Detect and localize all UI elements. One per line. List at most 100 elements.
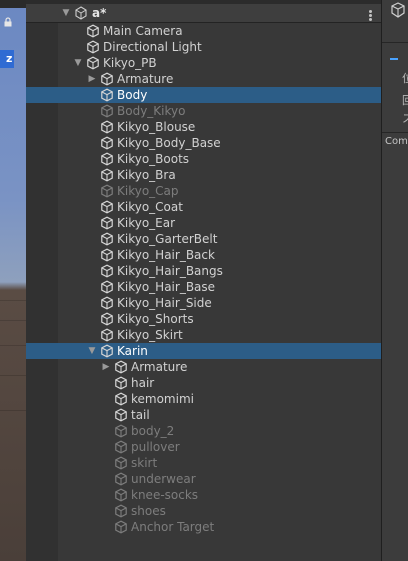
hierarchy-item[interactable]: Kikyo_Bra (26, 167, 381, 183)
divider (382, 132, 408, 133)
gameobject-cube-icon (100, 344, 114, 358)
floor-line (0, 300, 26, 301)
floor-line (0, 320, 26, 321)
hierarchy-item[interactable]: Kikyo_Boots (26, 151, 381, 167)
hierarchy-item-label: Kikyo_Skirt (117, 328, 183, 342)
hierarchy-panel[interactable]: ▼ a* Main Camera Directional Light ▼ Kikyo_… (26, 0, 381, 561)
hierarchy-item-label: pullover (131, 440, 180, 454)
hierarchy-item[interactable]: Body_Kikyo (26, 103, 381, 119)
gameobject-cube-icon (114, 360, 128, 374)
hierarchy-item[interactable]: pullover (26, 439, 381, 455)
chevron-down-icon[interactable]: ▼ (86, 343, 98, 359)
hierarchy-item-label: Armature (131, 360, 188, 374)
gameobject-cube-icon (100, 120, 114, 134)
hierarchy-item[interactable]: Kikyo_Shorts (26, 311, 381, 327)
accent-mark (390, 58, 398, 60)
chevron-down-icon[interactable]: ▼ (60, 4, 72, 22)
gameobject-cube-icon (100, 216, 114, 230)
gameobject-cube-icon (114, 456, 128, 470)
menu-dots-icon[interactable] (369, 10, 373, 22)
chevron-right-icon[interactable]: ▶ (86, 71, 98, 87)
hierarchy-item-label: tail (131, 408, 150, 422)
inspector-label-glyph: 位 (402, 72, 408, 85)
hierarchy-item-label: Kikyo_Bra (117, 168, 176, 182)
hierarchy-item[interactable]: knee-socks (26, 487, 381, 503)
gameobject-cube-icon (100, 184, 114, 198)
hierarchy-item[interactable]: Main Camera (26, 23, 381, 39)
component-label: Com (385, 136, 408, 147)
hierarchy-item[interactable]: Kikyo_Coat (26, 199, 381, 215)
hierarchy-item[interactable]: Directional Light (26, 39, 381, 55)
hierarchy-item[interactable]: Kikyo_Ear (26, 215, 381, 231)
hierarchy-item-label: Kikyo_Body_Base (117, 136, 221, 150)
hierarchy-item[interactable]: Kikyo_Body_Base (26, 135, 381, 151)
hierarchy-item[interactable]: Kikyo_Hair_Back (26, 247, 381, 263)
hierarchy-item[interactable]: ▼ Karin (26, 343, 381, 359)
hierarchy-item-label: shoes (131, 504, 166, 518)
hierarchy-item[interactable]: Kikyo_Cap (26, 183, 381, 199)
gameobject-cube-icon (114, 472, 128, 486)
hierarchy-item-label: Kikyo_Ear (117, 216, 176, 230)
floor-line (0, 345, 26, 346)
gameobject-cube-icon (114, 392, 128, 406)
hierarchy-item[interactable]: ▼ Kikyo_PB (26, 55, 381, 71)
gameobject-cube-icon (100, 248, 114, 262)
gameobject-cube-icon (100, 168, 114, 182)
hierarchy-item-label: Body_Kikyo (117, 104, 186, 118)
hierarchy-item[interactable]: Kikyo_Skirt (26, 327, 381, 343)
hierarchy-item[interactable]: Kikyo_Hair_Bangs (26, 263, 381, 279)
hierarchy-item[interactable]: shoes (26, 503, 381, 519)
hierarchy-item[interactable]: Kikyo_Blouse (26, 119, 381, 135)
gameobject-cube-icon (86, 40, 100, 54)
scene-header-row[interactable]: ▼ a* (26, 4, 381, 23)
hierarchy-item[interactable]: Kikyo_Hair_Side (26, 295, 381, 311)
scene-view-strip[interactable]: z (0, 0, 26, 561)
hierarchy-item-label: Armature (117, 72, 174, 86)
hierarchy-item[interactable]: Kikyo_GarterBelt (26, 231, 381, 247)
scene-name: a* (92, 6, 107, 20)
hierarchy-item[interactable]: kemomimi (26, 391, 381, 407)
hierarchy-item[interactable]: body_2 (26, 423, 381, 439)
chevron-right-icon[interactable]: ▶ (100, 359, 112, 375)
chevron-down-icon[interactable]: ▼ (72, 55, 84, 71)
inspector-panel[interactable]: 位 回 ス Com (381, 0, 408, 561)
hierarchy-item-label: Kikyo_Shorts (117, 312, 194, 326)
hierarchy-item-label: Main Camera (103, 24, 183, 38)
lock-icon[interactable] (3, 17, 13, 27)
scene-toolbar (0, 0, 26, 8)
hierarchy-item-label: knee-socks (131, 488, 199, 502)
hierarchy-item-label: underwear (131, 472, 196, 486)
divider (382, 42, 408, 43)
gameobject-cube-icon (114, 504, 128, 518)
z-axis-badge[interactable]: z (0, 50, 14, 68)
hierarchy-item-label: Kikyo_Hair_Back (117, 248, 215, 262)
gameobject-cube-icon (100, 136, 114, 150)
gameobject-cube-icon (114, 408, 128, 422)
hierarchy-item-label: Karin (117, 344, 148, 358)
hierarchy-item[interactable]: underwear (26, 471, 381, 487)
unity-scene-icon (74, 6, 88, 20)
gameobject-cube-icon (114, 376, 128, 390)
gameobject-cube-icon (100, 328, 114, 342)
hierarchy-item-label: Directional Light (103, 40, 202, 54)
hierarchy-item-label: Kikyo_Hair_Side (117, 296, 212, 310)
hierarchy-item[interactable]: Kikyo_Hair_Base (26, 279, 381, 295)
hierarchy-item[interactable]: hair (26, 375, 381, 391)
gameobject-cube-icon (100, 312, 114, 326)
hierarchy-item[interactable]: skirt (26, 455, 381, 471)
gameobject-cube-icon (100, 152, 114, 166)
hierarchy-item-label: Kikyo_Coat (117, 200, 183, 214)
hierarchy-item[interactable]: ▶ Armature (26, 359, 381, 375)
inspector-label-glyph: ス (402, 112, 408, 125)
hierarchy-item-label: Kikyo_Hair_Base (117, 280, 216, 294)
hierarchy-item[interactable]: tail (26, 407, 381, 423)
hierarchy-item-label: Kikyo_Cap (117, 184, 179, 198)
floor-line (0, 375, 26, 376)
hierarchy-item[interactable]: ▶ Armature (26, 71, 381, 87)
hierarchy-item[interactable]: Anchor Target (26, 519, 381, 535)
gameobject-cube-icon (114, 440, 128, 454)
gameobject-cube-icon (114, 520, 128, 534)
hierarchy-item[interactable]: Body (26, 87, 381, 103)
hierarchy-item-label: kemomimi (131, 392, 194, 406)
hierarchy-item-label: Kikyo_Boots (117, 152, 190, 166)
